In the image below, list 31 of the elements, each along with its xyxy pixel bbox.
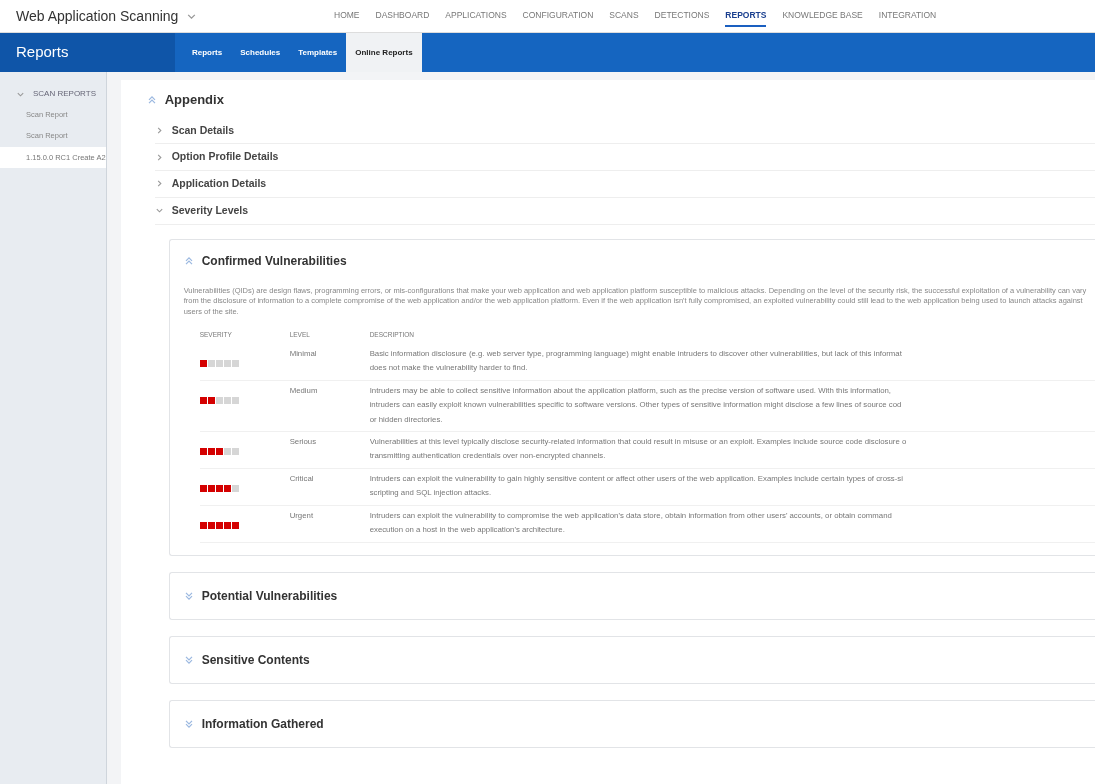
nav-link[interactable]: SCANS xyxy=(609,4,639,28)
tab[interactable]: Reports xyxy=(183,33,232,72)
section-toggle[interactable]: Severity Levels xyxy=(171,202,249,219)
collapse-icon[interactable] xyxy=(183,718,194,729)
section-heading: Appendix xyxy=(164,91,224,109)
nav-link[interactable]: APPLICATIONS xyxy=(445,4,507,28)
nav-link[interactable]: REPORTS xyxy=(725,4,767,28)
tab[interactable]: Templates xyxy=(289,33,347,72)
section-toggle[interactable]: Application Details xyxy=(171,176,267,192)
tab[interactable]: Online Reports xyxy=(346,33,422,72)
section-toggle[interactable]: Option Profile Details xyxy=(171,149,279,165)
collapse-icon[interactable] xyxy=(183,255,194,266)
nav-link[interactable]: CONFIGURATION xyxy=(522,4,594,28)
card-title[interactable]: Sensitive Contents xyxy=(201,650,310,669)
app-title: Web Application Scanning xyxy=(16,6,179,26)
tab[interactable]: Schedules xyxy=(231,33,290,72)
collapse-icon[interactable] xyxy=(183,654,194,665)
card-title[interactable]: Potential Vulnerabilities xyxy=(201,586,338,605)
card-title[interactable]: Confirmed Vulnerabilities xyxy=(201,251,347,270)
nav-link[interactable]: KNOWLEDGE BASE xyxy=(782,4,863,28)
section-toggle[interactable]: Scan Details xyxy=(171,122,235,139)
collapse-icon[interactable] xyxy=(183,590,194,601)
nav-link[interactable]: DETECTIONS xyxy=(654,4,710,28)
collapse-icon[interactable] xyxy=(146,94,157,105)
nav-link[interactable]: INTEGRATION xyxy=(878,4,937,28)
sidebar-group[interactable]: SCAN REPORTS xyxy=(33,88,96,100)
section-title: Reports xyxy=(16,42,69,63)
chevron-icon[interactable] xyxy=(154,206,164,216)
nav-link[interactable]: DASHBOARD xyxy=(375,4,430,28)
card-title[interactable]: Information Gathered xyxy=(201,714,324,733)
nav-link[interactable]: HOME xyxy=(334,4,360,28)
